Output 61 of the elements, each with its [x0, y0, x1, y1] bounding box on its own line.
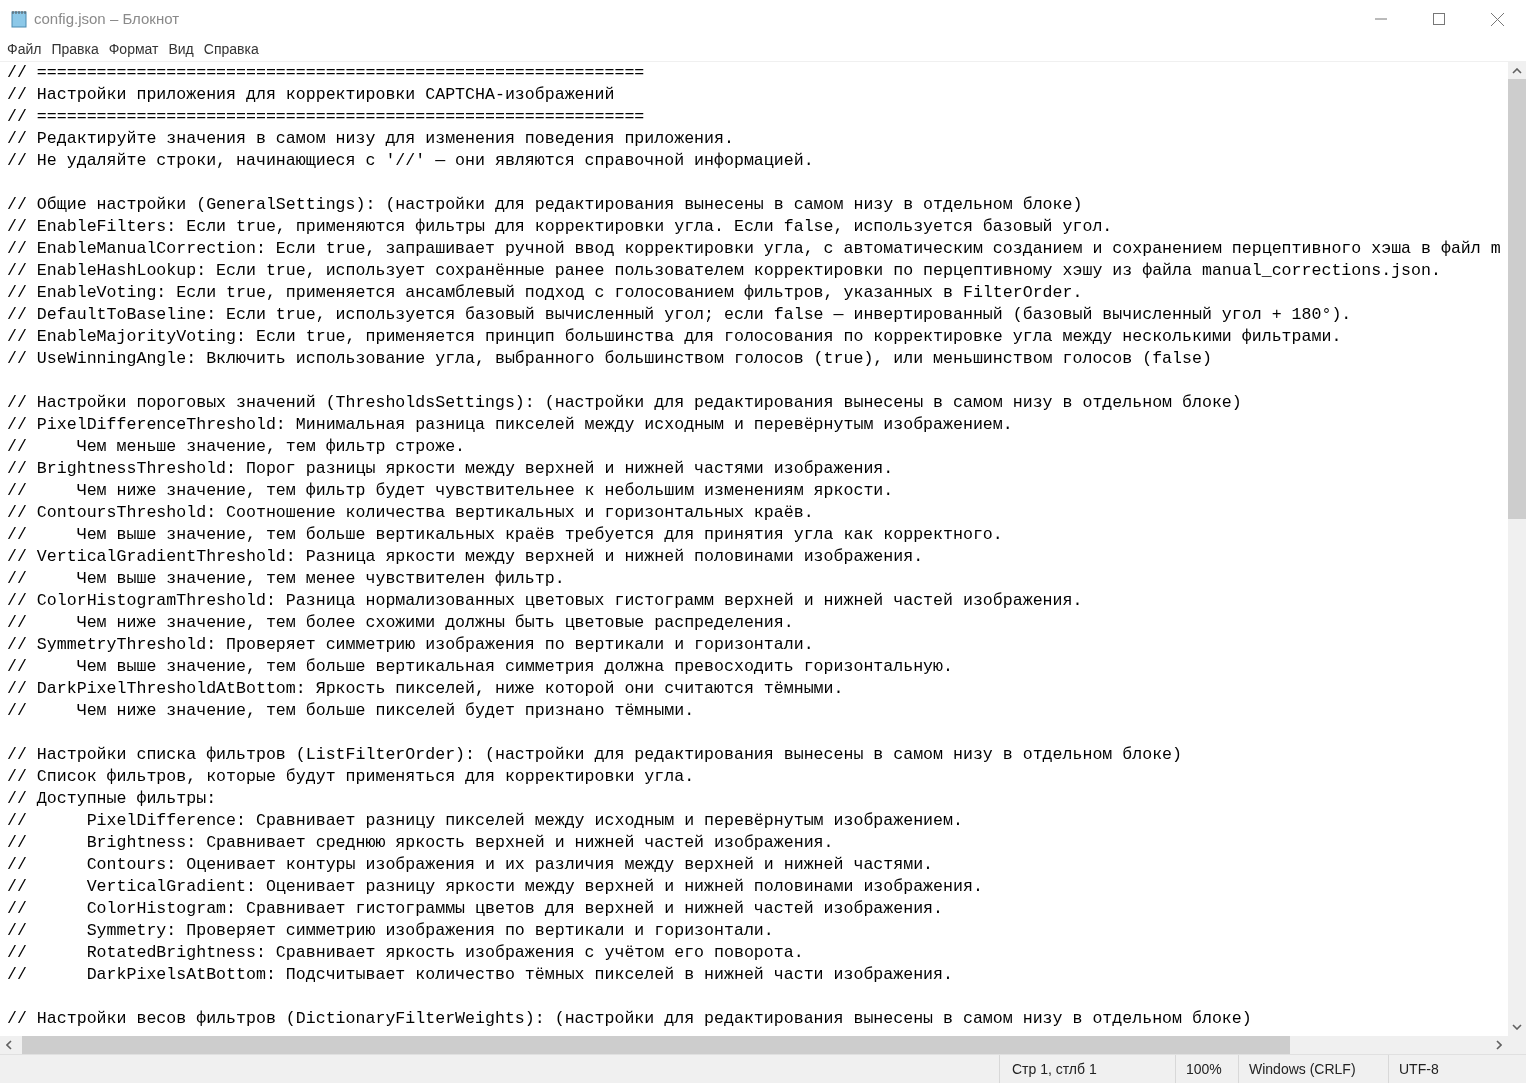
code-line: // ContoursThreshold: Соотношение количества вертикальных и горизонтальных краёв.	[7, 502, 815, 524]
code-line: // ColorHistogramThreshold: Разница нормализованных цветовых гистограмм верхней и нижней частей изображения.	[7, 590, 1084, 612]
code-line: // Brightness: Сравнивает среднюю яркость верхней и нижней частей изображения.	[7, 832, 835, 854]
code-line: // Не удаляйте строки, начинающиеся с '//' — они являются справочной информацией.	[7, 150, 815, 172]
code-line: // SymmetryThreshold: Проверяет симметрию изображения по вертикали и горизонтали.	[7, 634, 815, 656]
scrollbar-thumb[interactable]	[22, 1036, 1290, 1054]
code-line: // ColorHistogram: Сравнивает гистограммы цветов для верхней и нижней частей изображения.	[7, 898, 945, 920]
code-line: // Список фильтров, которые будут применяться для корректировки угла.	[7, 766, 696, 788]
code-line: // PixelDifferenceThreshold: Минимальная разница пикселей между исходным и перевёрнутым изображением.	[7, 414, 1014, 436]
scroll-down-icon[interactable]	[1512, 1024, 1522, 1030]
code-line: // Contours: Оценивает контуры изображения и их различия между верхней и нижней частями.	[7, 854, 935, 876]
code-line: // Редактируйте значения в самом низу для изменения поведения приложения.	[7, 128, 735, 150]
code-line: // =============================================================	[7, 106, 646, 128]
notepad-icon	[10, 10, 28, 28]
vertical-scrollbar[interactable]	[1508, 62, 1526, 1036]
code-line: // DarkPixelsAtBottom: Подсчитывает количество тёмных пикселей в нижней части изображения.	[7, 964, 954, 986]
code-line: // Чем ниже значение, тем более схожими должны быть цветовые распределения.	[7, 612, 795, 634]
code-line: // UseWinningAngle: Включить использование угла, выбранного большинством голосов (true), или меньшинством голосов (false)	[7, 348, 1213, 370]
code-line: // DarkPixelThresholdAtBottom: Яркость пикселей, ниже которой они считаются тёмными.	[7, 678, 845, 700]
menu-item[interactable]: Справка	[198, 38, 264, 61]
code-line: // Чем ниже значение, тем больше пикселей будет признано тёмными.	[7, 700, 696, 722]
scroll-right-icon[interactable]	[1496, 1040, 1502, 1050]
code-line: // Общие настройки (GeneralSettings): (настройки для редактирования вынесены в самом низу в отдельном блоке)	[7, 194, 1084, 216]
code-line: // Чем выше значение, тем больше вертикальных краёв требуется для принятия угла как корректного.	[7, 524, 1004, 546]
scrollbar-thumb[interactable]	[1508, 79, 1526, 519]
code-line: // VerticalGradient: Оценивает разницу яркости между верхней и нижней половинами изображения.	[7, 876, 984, 898]
code-line: // Настройки пороговых значений (ThresholdsSettings): (настройки для редактирования вынесены в самом низу в отдельном блоке)	[7, 392, 1243, 414]
code-line: // EnableFilters: Если true, применяются фильтры для корректировки угла. Если false, используется базовый угол.	[7, 216, 1114, 238]
code-line: // Чем ниже значение, тем фильтр будет чувствительнее к небольшим изменениям яркости.	[7, 480, 895, 502]
line-endings: Windows (CRLF)	[1249, 1059, 1356, 1079]
maximize-icon	[1433, 13, 1445, 25]
code-line: // VerticalGradientThreshold: Разница яркости между верхней и нижней половинами изображения.	[7, 546, 925, 568]
code-line: // Доступные фильтры:	[7, 788, 218, 810]
code-line: // RotatedBrightness: Сравнивает яркость изображения с учётом его поворота.	[7, 942, 805, 964]
encoding: UTF-8	[1399, 1059, 1439, 1079]
code-line: // Symmetry: Проверяет симметрию изображения по вертикали и горизонтали.	[7, 920, 775, 942]
code-line: // DefaultToBaseline: Если true, используется базовый вычисленный угол; если false — инвертированный (базовый вычисленный угол + 180°).	[7, 304, 1353, 326]
code-line: // PixelDifference: Сравнивает разницу пикселей между исходным и перевёрнутым изображением.	[7, 810, 964, 832]
code-line: // EnableMajorityVoting: Если true, применяется принцип большинства для голосования по корректировке угла между несколькими фильтрами.	[7, 326, 1343, 348]
minimize-icon	[1375, 18, 1387, 20]
code-line: // Чем выше значение, тем менее чувствителен фильтр.	[7, 568, 566, 590]
code-line: // Настройки списка фильтров (ListFilterOrder): (настройки для редактирования вынесены в самом низу в отдельном блоке)	[7, 744, 1184, 766]
code-line: // Настройки весов фильтров (DictionaryFilterWeights): (настройки для редактирования вынесены в самом низу в отдельном блоке)	[7, 1008, 1253, 1030]
code-line: // Чем выше значение, тем больше вертикальная симметрия должна превосходить горизонтальную.	[7, 656, 954, 678]
close-icon	[1490, 12, 1504, 26]
code-line: // Настройки приложения для корректировки CAPTCHA-изображений	[7, 84, 616, 106]
window-title: config.json – Блокнот	[34, 8, 180, 29]
menu-item[interactable]: Формат	[103, 38, 164, 61]
menu-item[interactable]: Правка	[46, 38, 104, 61]
zoom-level: 100%	[1186, 1059, 1222, 1079]
menu-item[interactable]: Файл	[2, 38, 47, 61]
code-line: // =============================================================	[7, 62, 646, 84]
menu-item[interactable]: Вид	[163, 38, 199, 61]
code-line: // Чем меньше значение, тем фильтр строже.	[7, 436, 467, 458]
code-line: // EnableHashLookup: Если true, использует сохранённые ранее пользователем корректировки по перцептивному хэшу из файла manual_corrections.json.	[7, 260, 1442, 282]
code-line: // BrightnessThreshold: Порог разницы яркости между верхней и нижней частями изображения.	[7, 458, 895, 480]
scroll-left-icon[interactable]	[6, 1040, 12, 1050]
code-line: // EnableVoting: Если true, применяется ансамблевый подход с голосованием фильтров, указанных в FilterOrder.	[7, 282, 1084, 304]
scroll-up-icon[interactable]	[1512, 68, 1522, 74]
cursor-position: Стр 1, стлб 1	[1012, 1059, 1097, 1079]
code-line: // EnableManualCorrection: Если true, запрашивает ручной ввод корректировки угла, с автоматическим созданием и сохранением перцептивного хэша в файл m	[7, 238, 1502, 260]
